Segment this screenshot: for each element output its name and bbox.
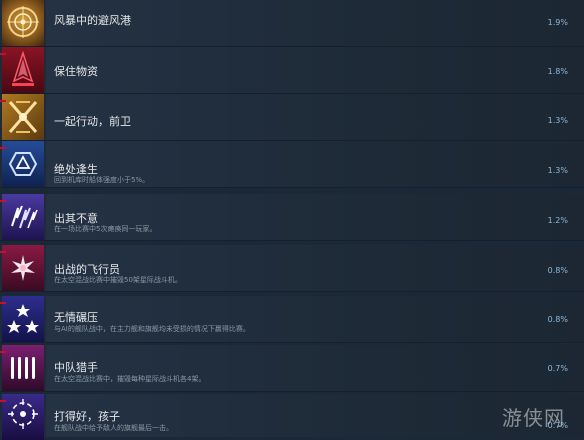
achievement-title: 保住物资 [54, 65, 98, 78]
crossed-swords-icon [2, 94, 44, 140]
achievement-description: 在太空混战比赛中摧毁50架星际战斗机。 [54, 276, 182, 284]
achievement-percent: 0.7% [547, 364, 568, 373]
achievement-percent: 1.3% [547, 116, 568, 125]
red-ship-icon [2, 47, 44, 93]
achievement-title: 打得好，孩子 [54, 410, 120, 423]
achievement-description: 在舰队战中给予敌人的旗舰最后一击。 [54, 424, 173, 432]
achievement-row[interactable]: 出其不意 在一场比赛中5次瘫痪同一玩家。 1.2% [0, 194, 584, 241]
achievement-row[interactable]: 保住物资 1.8% [0, 47, 584, 94]
achievement-row[interactable]: 绝处逢生 回到机库时船体强度小于5%。 1.3% [0, 141, 584, 188]
achievement-description: 回到机库时船体强度小于5%。 [54, 176, 150, 184]
explosion-icon [2, 245, 44, 291]
compass-ring-icon [2, 0, 44, 46]
achievement-title: 无情碾压 [54, 311, 98, 324]
achievement-title: 风暴中的避风港 [54, 14, 131, 27]
four-bars-icon [2, 345, 44, 391]
achievement-percent: 1.3% [547, 166, 568, 175]
achievement-percent: 1.8% [547, 67, 568, 76]
three-stars-icon [2, 296, 44, 342]
achievement-description: 在一场比赛中5次瘫痪同一玩家。 [54, 225, 157, 233]
achievement-row[interactable]: 打得好，孩子 在舰队战中给予敌人的旗舰最后一击。 0.7% [0, 394, 584, 440]
achievement-percent: 0.8% [547, 315, 568, 324]
target-reticle-icon [2, 394, 44, 440]
achievement-row[interactable]: 无情碾压 与AI的舰队战中，在主力舰和旗舰均未受损的情况下赢得比赛。 0.8% [0, 296, 584, 343]
achievement-title: 一起行动，前卫 [54, 115, 131, 128]
achievement-row[interactable]: 风暴中的避风港 1.9% [0, 0, 584, 47]
watermark-logo: 游侠网 [502, 406, 565, 430]
achievement-percent: 1.2% [547, 216, 568, 225]
achievement-row[interactable]: 一起行动，前卫 1.3% [0, 94, 584, 141]
achievement-description: 与AI的舰队战中，在主力舰和旗舰均未受损的情况下赢得比赛。 [54, 325, 250, 333]
achievement-description: 在太空混战比赛中，摧毁每种星际战斗机各4架。 [54, 375, 206, 383]
achievement-percent: 1.9% [547, 18, 568, 27]
achievement-title: 中队猎手 [54, 361, 98, 374]
achievement-percent: 0.8% [547, 266, 568, 275]
achievement-row[interactable]: 出战的飞行员 在太空混战比赛中摧毁50架星际战斗机。 0.8% [0, 245, 584, 292]
lightning-shards-icon [2, 194, 44, 240]
recycle-hexagon-icon [2, 141, 44, 187]
achievement-row[interactable]: 中队猎手 在太空混战比赛中，摧毁每种星际战斗机各4架。 0.7% [0, 345, 584, 392]
